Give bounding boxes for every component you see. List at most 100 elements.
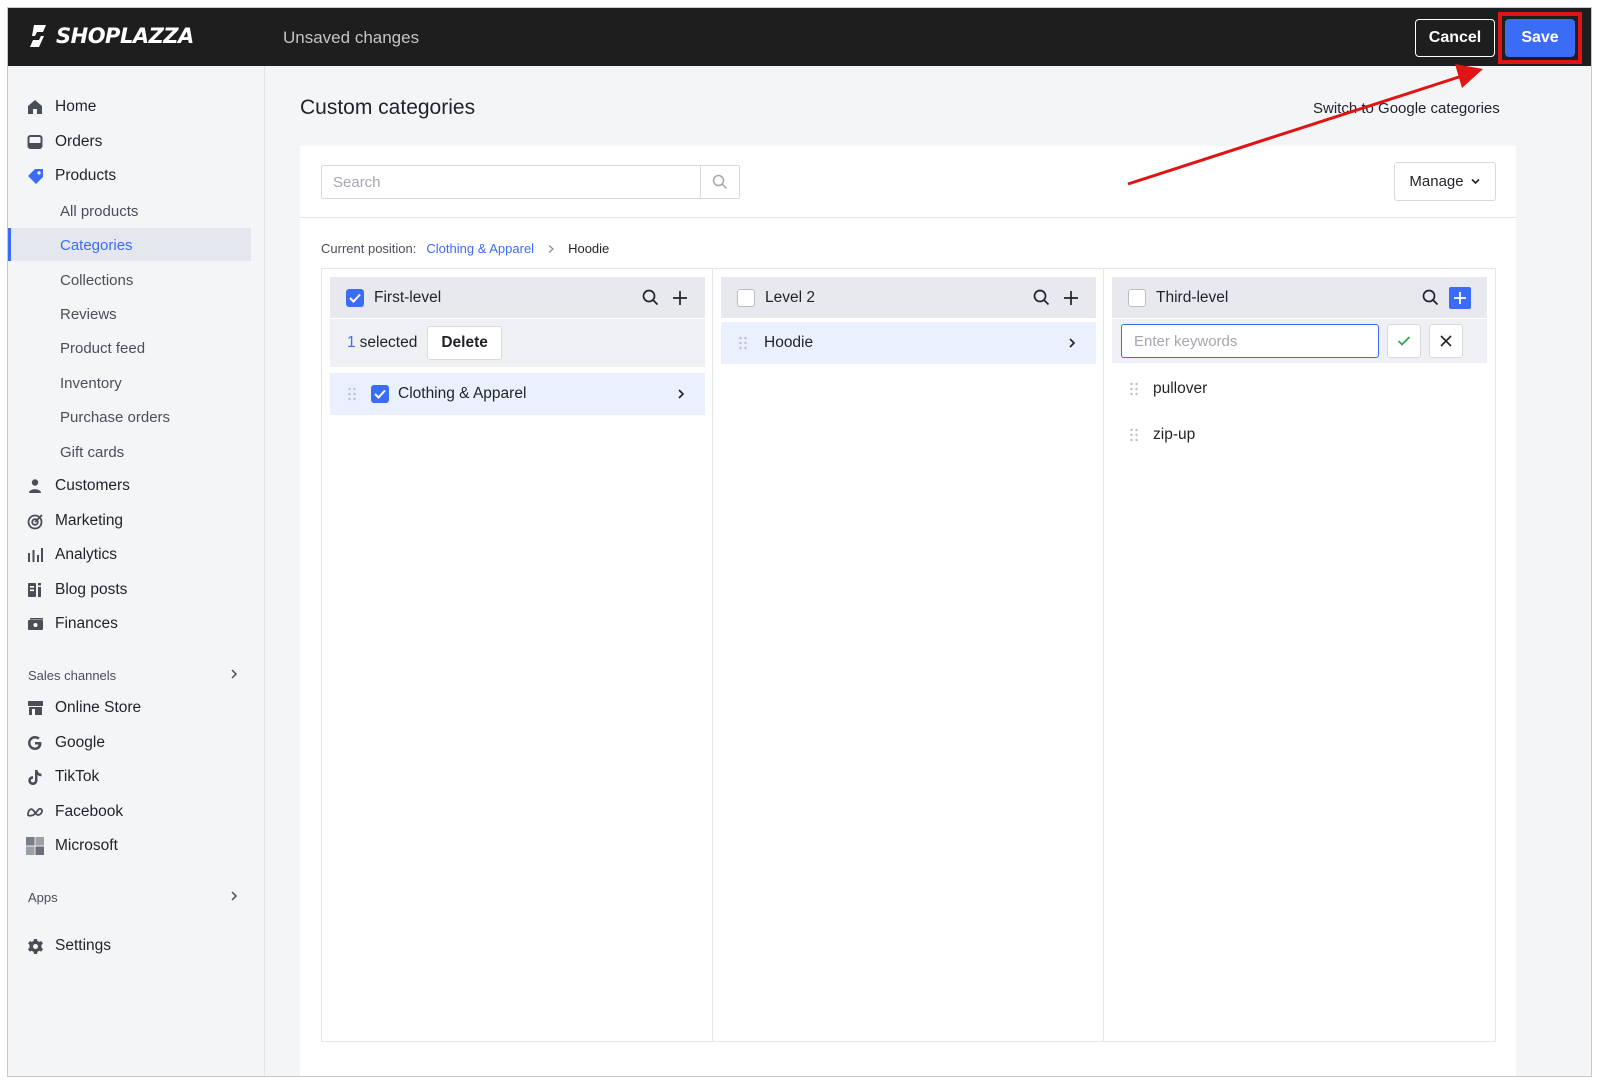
check-icon [1397,336,1411,346]
google-icon [26,734,44,752]
plus-icon[interactable] [665,283,695,313]
search-icon[interactable] [635,283,665,313]
sidebar-sub-gift-cards[interactable]: Gift cards [60,436,124,468]
sidebar-item-customers[interactable]: Customers [26,470,130,502]
section-label: Apps [28,890,58,905]
sidebar-sub-label: All products [60,202,139,220]
list-item[interactable]: Clothing & Apparel [330,373,705,415]
row-checkbox[interactable] [371,385,389,403]
sidebar-item-google[interactable]: Google [26,727,105,759]
sidebar-item-label: TikTok [55,768,100,785]
sidebar-item-orders[interactable]: Orders [26,126,102,158]
confirm-button[interactable] [1387,324,1421,358]
top-bar: SHOPLAZZA Unsaved changes Cancel Save [8,8,1591,66]
blog-icon [26,581,44,599]
switch-to-google-categories-link[interactable]: Switch to Google categories [1313,100,1500,117]
chevron-right-icon[interactable] [228,890,240,902]
person-icon [26,477,44,495]
row-label: Hoodie [764,334,814,351]
breadcrumb-label: Current position: [321,241,417,256]
row-label: pullover [1153,380,1208,397]
keyword-input[interactable] [1121,324,1379,358]
chevron-right-icon[interactable] [675,388,687,400]
second-level-select-all-checkbox[interactable] [737,288,755,307]
shoplazza-logo-icon [30,25,46,47]
finance-icon [26,615,44,633]
list-item[interactable]: zip-up [1112,415,1487,455]
sidebar-item-analytics[interactable]: Analytics [26,539,117,571]
sidebar-sub-reviews[interactable]: Reviews [60,298,117,330]
plus-icon[interactable] [1449,286,1471,309]
list-item[interactable]: Hoodie [721,322,1096,364]
apps-section[interactable]: Apps [28,890,58,905]
delete-button[interactable]: Delete [427,326,502,360]
inbox-icon [26,133,44,151]
search-icon[interactable] [1415,283,1445,313]
search-button[interactable] [700,166,739,198]
sidebar-item-finances[interactable]: Finances [26,608,118,640]
sidebar-item-tiktok[interactable]: TikTok [26,761,99,793]
list-item[interactable]: pullover [1112,369,1487,409]
sidebar-item-label: Home [55,98,97,115]
sidebar-item-products[interactable]: Products [26,160,116,192]
sidebar-sub-product-feed[interactable]: Product feed [60,332,145,364]
sidebar-sub-inventory[interactable]: Inventory [60,367,122,399]
cancel-input-button[interactable] [1429,324,1463,358]
sidebar-sub-label: Reviews [60,305,117,323]
cancel-button[interactable]: Cancel [1415,19,1495,57]
chevron-down-icon [1471,178,1480,185]
breadcrumb-parent-link[interactable]: Clothing & Apparel [426,241,534,256]
drag-handle-icon[interactable] [1129,428,1139,442]
drag-handle-icon[interactable] [738,336,748,350]
chevron-right-icon[interactable] [1066,337,1078,349]
plus-icon[interactable] [1056,283,1086,313]
search-box [321,165,740,199]
meta-icon [26,803,44,821]
sidebar-sub-purchase-orders[interactable]: Purchase orders [60,401,170,433]
sidebar-item-label: Online Store [55,699,142,716]
drag-handle-icon[interactable] [347,387,357,401]
sidebar-item-label: Settings [55,937,112,954]
column-title: Third-level [1156,288,1229,306]
sidebar-sub-categories[interactable]: Categories [60,229,133,261]
search-icon [712,174,728,190]
sidebar-item-marketing[interactable]: Marketing [26,505,123,537]
new-category-input-row [1112,319,1487,363]
drag-handle-icon[interactable] [1129,382,1139,396]
sidebar-sub-label: Purchase orders [60,408,171,426]
breadcrumb: Current position: Clothing & Apparel Hoo… [321,241,609,256]
search-input[interactable] [322,166,700,198]
selected-count: 1 [347,334,356,351]
page-title: Custom categories [300,96,476,119]
home-icon [26,98,44,116]
first-level-select-all-checkbox[interactable] [346,288,364,307]
search-icon[interactable] [1026,283,1056,313]
sidebar: Home Orders Products All products Catego… [8,66,265,1076]
third-level-header: Third-level [1112,277,1487,318]
manage-dropdown[interactable]: Manage [1394,162,1496,201]
chevron-right-icon[interactable] [228,668,240,680]
second-level-header: Level 2 [721,277,1096,318]
sidebar-item-facebook[interactable]: Facebook [26,796,123,828]
sales-channels-section[interactable]: Sales channels [28,668,116,683]
third-level-select-all-checkbox[interactable] [1128,288,1146,307]
sidebar-item-label: Google [55,734,105,751]
sidebar-sub-collections[interactable]: Collections [60,264,133,296]
sidebar-sub-label: Product feed [60,339,146,357]
third-level-column: Third-level Enter keywords pullover zip-… [1104,269,1495,1041]
sidebar-item-online-store[interactable]: Online Store [26,692,141,724]
sidebar-item-microsoft[interactable]: Microsoft [26,830,118,862]
sidebar-item-label: Orders [55,133,103,150]
categories-card: Manage Current position: Clothing & Appa… [300,146,1516,1076]
tag-icon [26,167,44,185]
sidebar-item-label: Marketing [55,512,124,529]
sidebar-item-label: Facebook [55,803,124,820]
sidebar-item-label: Products [55,167,117,184]
sidebar-item-home[interactable]: Home [26,91,96,123]
sidebar-item-blog-posts[interactable]: Blog posts [26,574,127,606]
sidebar-item-label: Analytics [55,546,118,563]
unsaved-status: Unsaved changes [283,28,420,47]
sidebar-item-label: Finances [55,615,118,632]
sidebar-item-settings[interactable]: Settings [26,930,111,962]
sidebar-sub-all-products[interactable]: All products [60,195,138,227]
